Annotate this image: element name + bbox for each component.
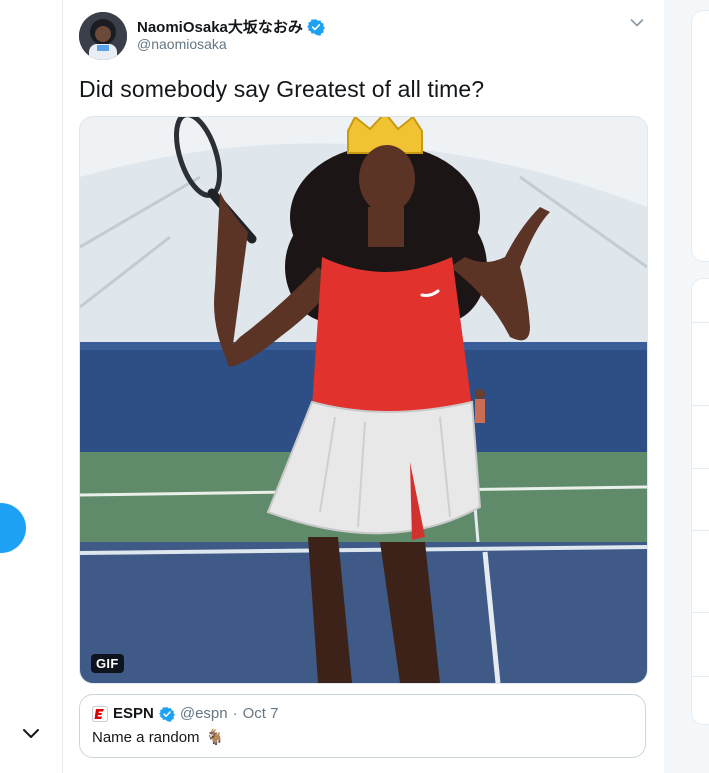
verified-badge-icon	[158, 706, 175, 722]
author-handle[interactable]: @naomiosaka	[137, 36, 227, 52]
verified-badge-icon	[306, 18, 325, 36]
display-name[interactable]: NaomiOsaka大坂なおみ	[137, 16, 303, 37]
quoted-handle[interactable]: @espn	[180, 705, 228, 722]
author-name-row[interactable]: NaomiOsaka大坂なおみ	[137, 16, 325, 37]
quoted-display-name[interactable]: ESPN	[113, 705, 154, 722]
quoted-date[interactable]: Oct 7	[243, 705, 279, 722]
gif-badge: GIF	[91, 654, 124, 673]
divider	[691, 612, 709, 613]
compose-fab-button[interactable]	[0, 503, 26, 553]
divider	[691, 405, 709, 406]
gif-frame-image	[80, 117, 647, 683]
avatar-image	[79, 12, 127, 60]
right-sidebar	[664, 0, 709, 773]
sidebar-card-top[interactable]	[691, 10, 709, 262]
tweet-card[interactable]: NaomiOsaka大坂なおみ @naomiosaka Did somebody…	[62, 0, 665, 773]
divider	[691, 530, 709, 531]
divider	[691, 468, 709, 469]
tweet-gif-media[interactable]: GIF	[79, 116, 648, 684]
quoted-tweet[interactable]: ESPN @espn · Oct 7 Name a random 🐐	[79, 694, 646, 758]
chevron-down-icon[interactable]	[22, 727, 40, 741]
divider	[691, 676, 709, 677]
avatar[interactable]	[79, 12, 127, 60]
quoted-tweet-header: ESPN @espn · Oct 7	[92, 705, 633, 722]
left-gutter	[0, 0, 62, 773]
goat-emoji: 🐐	[205, 729, 225, 746]
espn-logo-icon	[92, 705, 108, 722]
quoted-tweet-text: Name a random	[92, 728, 200, 746]
quoted-tweet-text-row: Name a random 🐐	[92, 728, 633, 747]
meta-separator: ·	[232, 705, 238, 722]
divider	[691, 322, 709, 323]
chevron-down-icon[interactable]	[630, 18, 644, 28]
sidebar-card-trends[interactable]	[691, 278, 709, 725]
tweet-text: Did somebody say Greatest of all time?	[79, 76, 485, 102]
